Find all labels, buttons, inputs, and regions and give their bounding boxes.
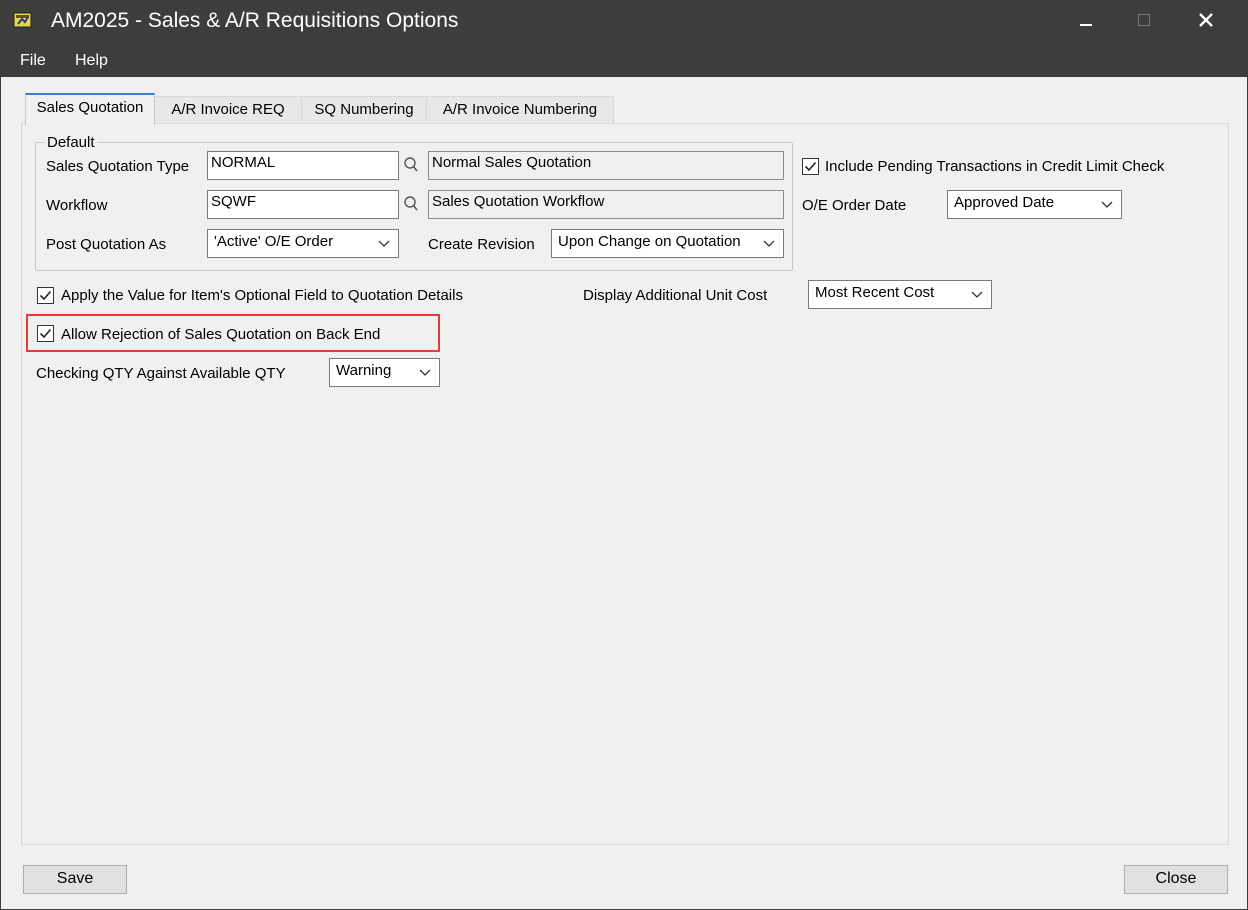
close-button[interactable]: Close: [1124, 865, 1228, 894]
checkmark-icon: [39, 328, 52, 339]
title-bar: AM2025 - Sales & A/R Requisitions Option…: [1, 1, 1247, 43]
tab-ar-invoice-req[interactable]: A/R Invoice REQ: [154, 96, 302, 124]
chevron-down-icon: [763, 240, 775, 247]
select-value: Upon Change on Quotation: [558, 233, 741, 250]
select-value: Most Recent Cost: [815, 284, 935, 301]
maximize-button[interactable]: [1115, 1, 1173, 39]
workflow-description: Sales Quotation Workflow: [428, 190, 784, 219]
app-icon: [13, 12, 32, 28]
display-additional-unit-cost-select[interactable]: Most Recent Cost: [808, 280, 992, 309]
menu-help[interactable]: Help: [75, 52, 108, 70]
display-additional-unit-cost-label: Display Additional Unit Cost: [583, 287, 768, 304]
tab-ar-invoice-numbering[interactable]: A/R Invoice Numbering: [426, 96, 614, 124]
checking-qty-select[interactable]: Warning: [329, 358, 440, 387]
tab-label: A/R Invoice Numbering: [442, 101, 598, 118]
chevron-down-icon: [419, 369, 431, 376]
tab-label: Sales Quotation: [36, 99, 144, 116]
apply-optional-field-checkbox[interactable]: [37, 287, 54, 304]
oe-order-date-label: O/E Order Date: [802, 197, 907, 214]
save-button[interactable]: Save: [23, 865, 127, 894]
chevron-down-icon: [378, 240, 390, 247]
select-value: Approved Date: [954, 194, 1055, 211]
close-icon: [1199, 13, 1213, 27]
allow-rejection-checkbox[interactable]: [37, 325, 54, 342]
minimize-icon: [1080, 24, 1092, 26]
oe-order-date-select[interactable]: Approved Date: [947, 190, 1122, 219]
close-window-button[interactable]: [1177, 1, 1235, 39]
options-window: AM2025 - Sales & A/R Requisitions Option…: [0, 0, 1248, 910]
window-title: AM2025 - Sales & A/R Requisitions Option…: [51, 9, 459, 32]
sales-quotation-type-input[interactable]: NORMAL: [207, 151, 399, 180]
sales-quotation-type-label: Sales Quotation Type: [46, 158, 190, 175]
default-group-legend: Default: [45, 134, 97, 151]
checkmark-icon: [39, 290, 52, 301]
tab-sq-numbering[interactable]: SQ Numbering: [301, 96, 427, 124]
menu-bar: File Help: [1, 43, 1247, 77]
minimize-button[interactable]: [1057, 1, 1115, 39]
lookup-icon[interactable]: [403, 195, 419, 213]
tab-label: A/R Invoice REQ: [171, 101, 285, 118]
menu-file[interactable]: File: [20, 52, 46, 70]
lookup-icon[interactable]: [403, 156, 419, 174]
post-quotation-as-label: Post Quotation As: [46, 236, 167, 253]
include-pending-checkbox[interactable]: [802, 158, 819, 175]
allow-rejection-label: Allow Rejection of Sales Quotation on Ba…: [61, 326, 381, 343]
chevron-down-icon: [971, 291, 983, 298]
checkmark-icon: [804, 161, 817, 172]
apply-optional-field-label: Apply the Value for Item's Optional Fiel…: [61, 287, 463, 304]
create-revision-select[interactable]: Upon Change on Quotation: [551, 229, 784, 258]
chevron-down-icon: [1101, 201, 1113, 208]
include-pending-label: Include Pending Transactions in Credit L…: [825, 158, 1165, 175]
checking-qty-label: Checking QTY Against Available QTY: [36, 365, 286, 382]
workflow-label: Workflow: [46, 197, 108, 214]
workflow-input[interactable]: SQWF: [207, 190, 399, 219]
create-revision-label: Create Revision: [428, 236, 535, 253]
tab-sales-quotation[interactable]: Sales Quotation: [25, 93, 155, 125]
tab-label: SQ Numbering: [314, 101, 414, 118]
post-quotation-as-select[interactable]: 'Active' O/E Order: [207, 229, 399, 258]
maximize-icon: [1138, 14, 1150, 26]
select-value: 'Active' O/E Order: [214, 233, 334, 250]
sales-quotation-type-description: Normal Sales Quotation: [428, 151, 784, 180]
select-value: Warning: [336, 362, 392, 379]
